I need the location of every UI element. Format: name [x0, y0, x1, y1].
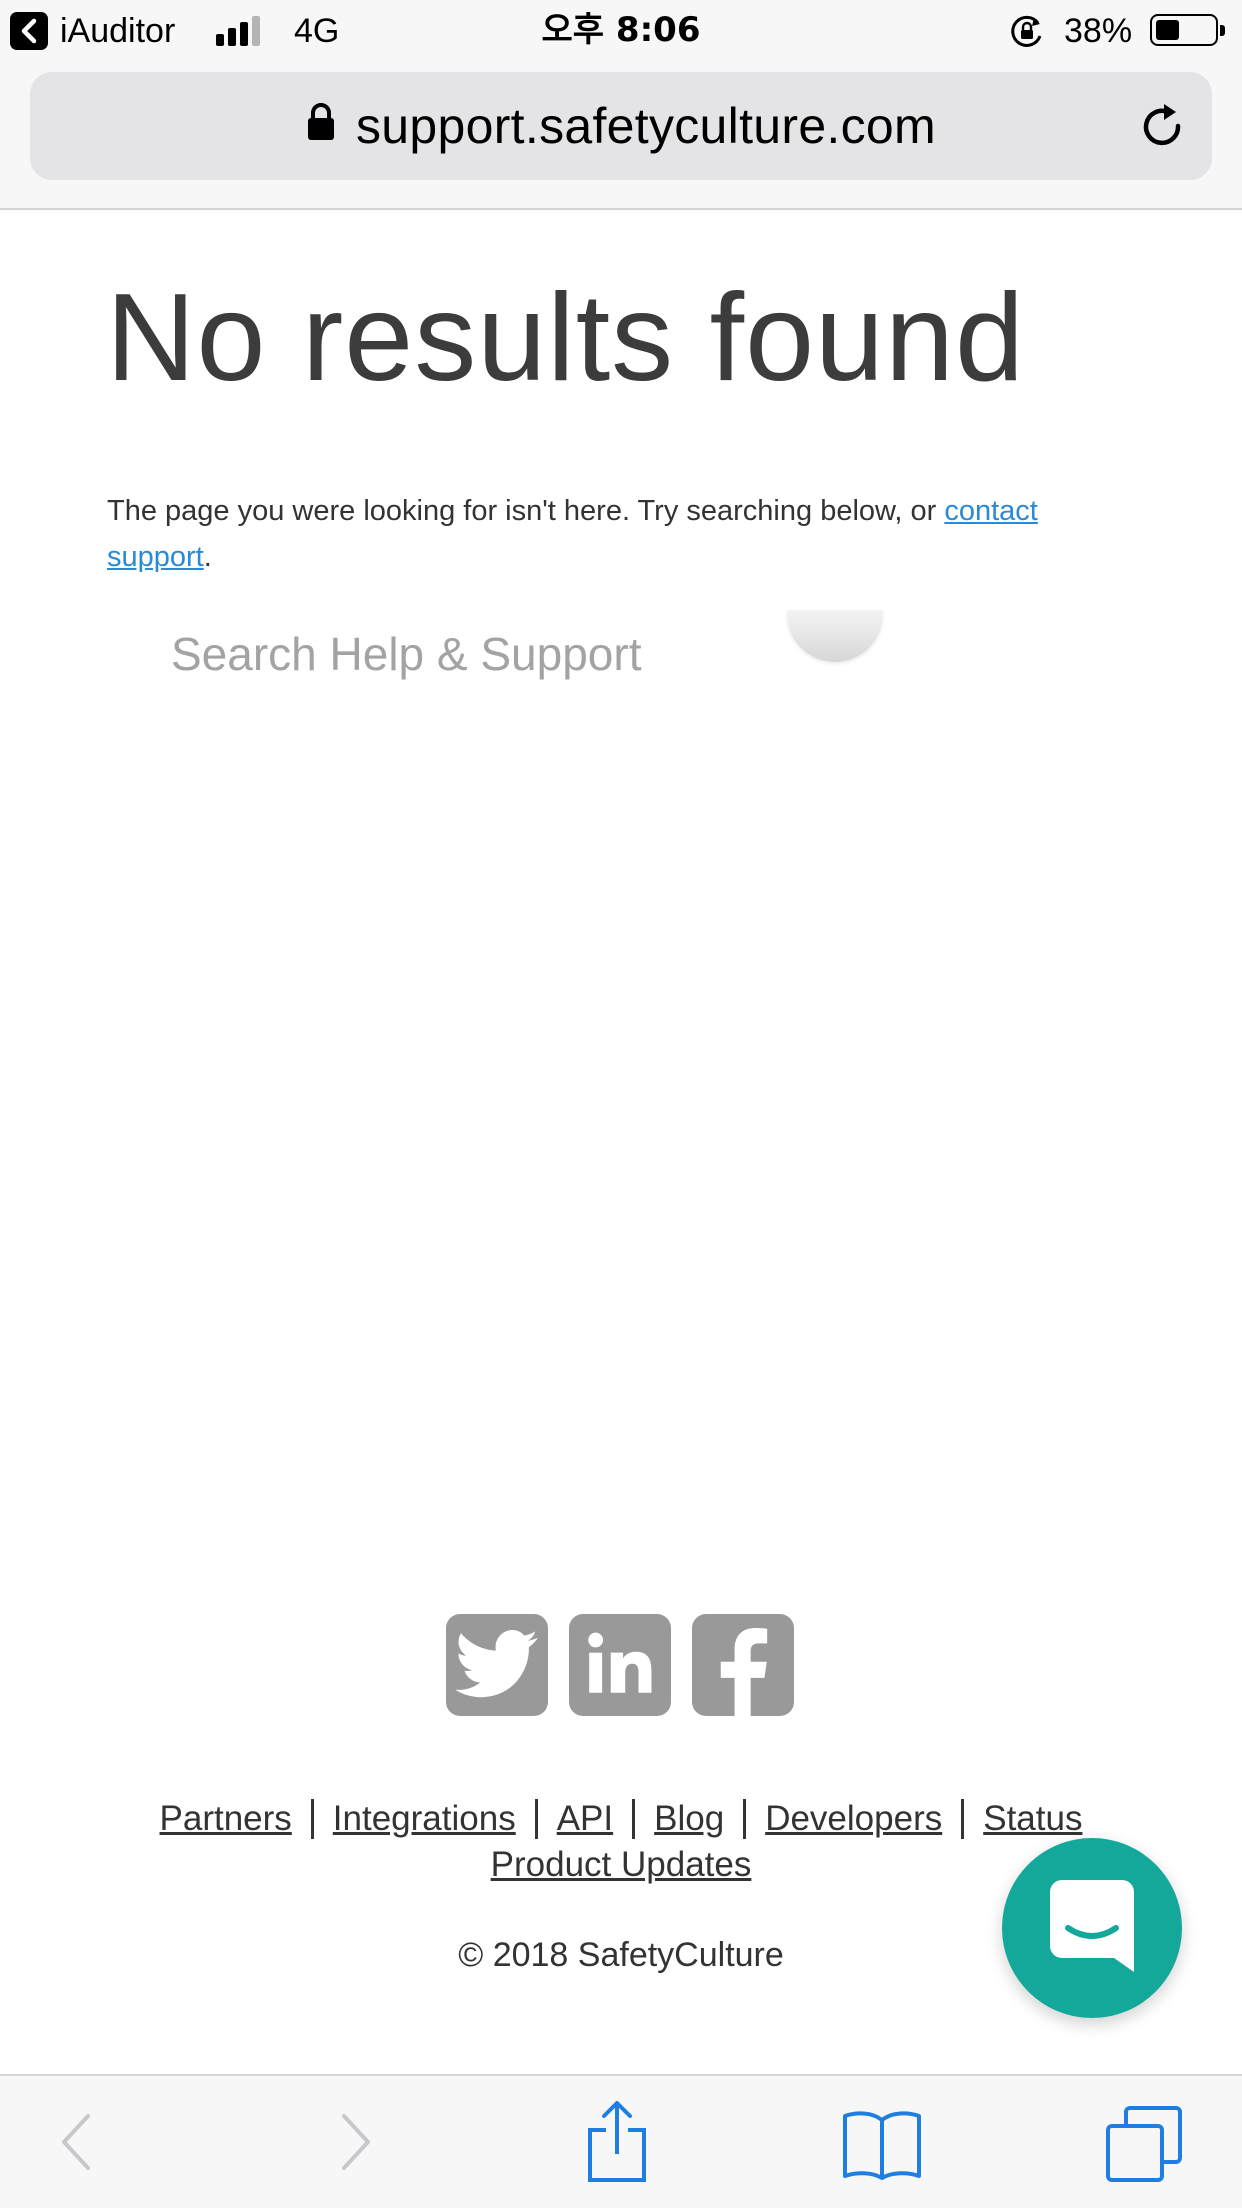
battery-icon [1150, 14, 1225, 46]
link-separator [310, 1799, 314, 1839]
intro-text-end: . [203, 541, 212, 573]
link-separator [632, 1799, 636, 1839]
footer-link-status[interactable]: Status [983, 1799, 1082, 1838]
search-form [107, 610, 907, 710]
battery-percent: 38% [1064, 12, 1133, 50]
page-title: No results found [106, 269, 1025, 407]
twitter-icon[interactable] [446, 1614, 548, 1716]
footer-links-row-1: Partners Integrations API Blog Developers Sta… [0, 1796, 1242, 1842]
facebook-icon[interactable] [692, 1614, 794, 1716]
status-bar: iAuditor 4G 오후 8:06 38% [0, 0, 1242, 62]
share-icon[interactable] [586, 2100, 648, 2189]
link-separator [961, 1799, 965, 1839]
footer-link-product-updates[interactable]: Product Updates [491, 1845, 752, 1884]
browser-address-area: support.safetyculture.com [0, 62, 1242, 210]
search-button[interactable] [787, 610, 883, 662]
bookmarks-icon[interactable] [842, 2110, 922, 2185]
reload-icon[interactable] [1140, 102, 1188, 157]
link-separator [534, 1799, 538, 1839]
intro-text: The page you were looking for isn't here… [107, 488, 1107, 580]
footer-link-blog[interactable]: Blog [654, 1799, 724, 1838]
rotation-lock-icon [1008, 14, 1046, 59]
link-separator [743, 1799, 747, 1839]
url-text: support.safetyculture.com [356, 98, 936, 154]
tabs-icon[interactable] [1106, 2106, 1182, 2187]
footer-link-api[interactable]: API [557, 1799, 613, 1838]
chat-bubble-icon [1050, 1879, 1134, 1977]
browser-toolbar [0, 2074, 1242, 2208]
search-input[interactable] [171, 622, 731, 686]
forward-icon[interactable] [334, 2112, 374, 2177]
chat-launcher-button[interactable] [1002, 1838, 1182, 2018]
intro-text-start: The page you were looking for isn't here… [107, 495, 945, 527]
footer-link-developers[interactable]: Developers [765, 1799, 942, 1838]
clock: 오후 8:06 [541, 10, 701, 50]
screen: iAuditor 4G 오후 8:06 38% support.safetycu… [0, 0, 1242, 2208]
lock-icon [306, 102, 336, 147]
footer-link-integrations[interactable]: Integrations [333, 1799, 516, 1838]
address-bar[interactable]: support.safetyculture.com [30, 72, 1212, 180]
back-icon[interactable] [58, 2112, 98, 2177]
social-links [446, 1614, 794, 1716]
footer-link-partners[interactable]: Partners [160, 1799, 292, 1838]
linkedin-icon[interactable] [569, 1614, 671, 1716]
